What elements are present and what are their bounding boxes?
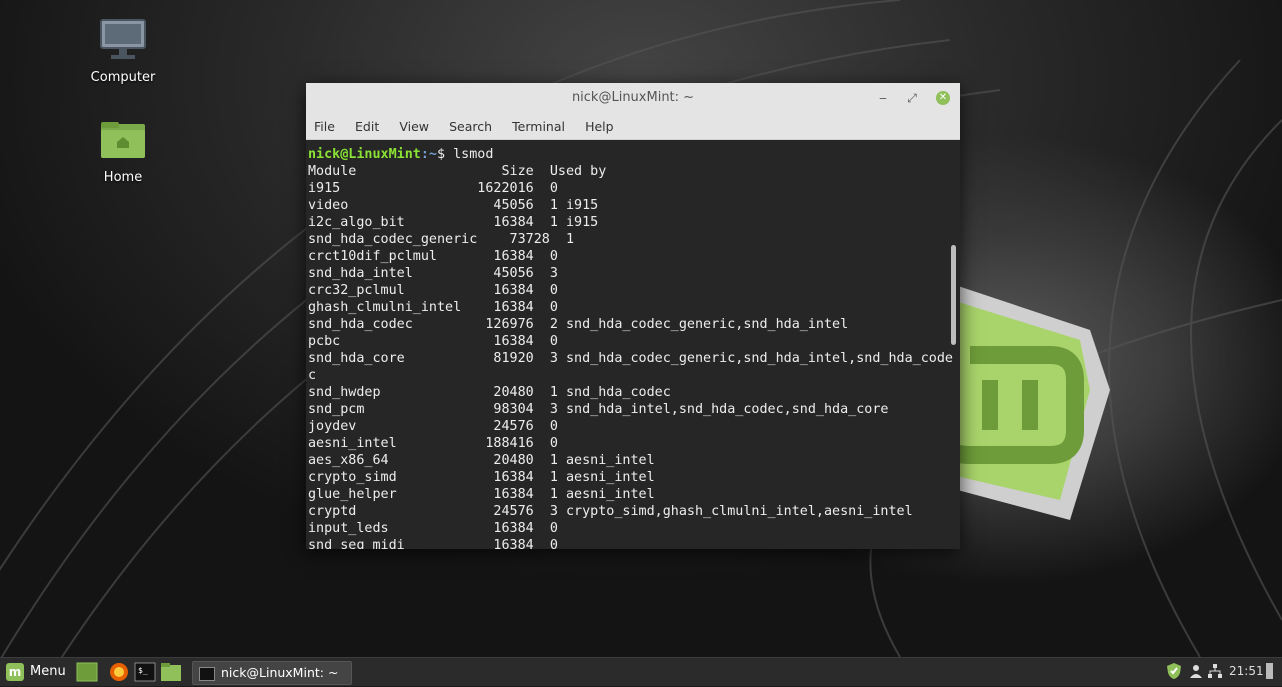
terminal-scrollbar[interactable]: [951, 245, 956, 345]
folder-icon: [161, 663, 181, 681]
output-line: aesni_intel 188416 0: [308, 436, 558, 451]
terminal-icon: $_: [134, 662, 156, 682]
minimize-button[interactable]: ‒: [876, 91, 890, 105]
menu-search[interactable]: Search: [449, 113, 492, 134]
output-line: video 45056 1 i915: [308, 198, 599, 213]
menu-terminal[interactable]: Terminal: [512, 113, 565, 134]
clock[interactable]: 21:51: [1229, 664, 1264, 678]
prompt-symbol: $: [437, 147, 454, 162]
maximize-button[interactable]: ⤢: [905, 91, 919, 105]
terminal-icon: [199, 666, 215, 681]
output-line: input_leds 16384 0: [308, 521, 558, 536]
show-desktop-icon: [76, 662, 98, 682]
firefox-icon: [110, 663, 128, 681]
output-line: snd_hda_intel 45056 3: [308, 266, 558, 281]
start-menu-button[interactable]: m Menu: [6, 661, 66, 683]
computer-icon: [100, 19, 146, 59]
output-line: pcbc 16384 0: [308, 334, 558, 349]
task-label: nick@LinuxMint: ~: [221, 665, 339, 680]
terminal-output: nick@LinuxMint:~$ lsmod Module Size Used…: [306, 140, 960, 549]
desktop-icon-computer[interactable]: Computer: [78, 18, 168, 85]
menu-edit[interactable]: Edit: [355, 113, 379, 134]
taskbar: m Menu $_ nick@LinuxMint: ~ 21:51: [0, 657, 1282, 686]
mint-menu-icon: m: [6, 662, 24, 681]
output-line: glue_helper 16384 1 aesni_intel: [308, 487, 655, 502]
close-button[interactable]: ✕: [936, 91, 950, 105]
output-line: snd_hwdep 20480 1 snd_hda_codec: [308, 385, 671, 400]
svg-text:$_: $_: [138, 666, 148, 675]
show-desktop-corner[interactable]: [1264, 662, 1276, 683]
home-folder-icon: [101, 122, 145, 158]
terminal-launcher[interactable]: $_: [134, 661, 156, 683]
desktop-icon-label: Home: [103, 170, 143, 185]
prompt-path: :~: [420, 147, 437, 162]
output-header: Module Size Used by: [308, 164, 607, 179]
output-line: i915 1622016 0: [308, 181, 558, 196]
menu-label: Menu: [30, 664, 66, 679]
output-line: snd_hda_codec 126976 2 snd_hda_codec_gen…: [308, 317, 849, 332]
output-line: snd_pcm 98304 3 snd_hda_intel,snd_hda_co…: [308, 402, 889, 417]
output-line: cryptd 24576 3 crypto_simd,ghash_clmulni…: [308, 504, 913, 519]
files-launcher[interactable]: [160, 661, 182, 683]
desktop-icon-home[interactable]: Home: [78, 120, 168, 185]
user-icon[interactable]: [1190, 664, 1202, 681]
show-desktop-launcher[interactable]: [76, 661, 98, 683]
prompt-user: nick@LinuxMint: [308, 147, 421, 162]
desktop-icon-label: Computer: [90, 70, 156, 85]
window-titlebar[interactable]: nick@LinuxMint: ~ ‒ ⤢ ✕: [306, 83, 960, 113]
output-line: ghash_clmulni_intel 16384 0: [308, 300, 558, 315]
menu-help[interactable]: Help: [585, 113, 614, 134]
output-line: aes_x86_64 20480 1 aesni_intel: [308, 453, 655, 468]
command-text: lsmod: [453, 147, 494, 162]
output-line: snd_seq_midi 16384 0: [308, 538, 558, 549]
output-line: joydev 24576 0: [308, 419, 558, 434]
output-line: crc32_pclmul 16384 0: [308, 283, 558, 298]
menu-view[interactable]: View: [399, 113, 429, 134]
menu-file[interactable]: File: [314, 113, 335, 134]
menu-bar: File Edit View Search Terminal Help: [306, 113, 960, 140]
terminal-output-area[interactable]: nick@LinuxMint:~$ lsmod Module Size Used…: [306, 140, 960, 549]
output-line: crct10dif_pclmul 16384 0: [308, 249, 558, 264]
output-line: c: [308, 368, 317, 383]
output-line: snd_hda_codec_generic 73728 1: [308, 232, 575, 247]
window-title: nick@LinuxMint: ~: [571, 90, 695, 105]
output-line: snd_hda_core 81920 3 snd_hda_codec_gener…: [308, 351, 953, 366]
firefox-launcher[interactable]: [108, 661, 130, 683]
taskbar-window-terminal[interactable]: nick@LinuxMint: ~: [192, 661, 352, 685]
network-icon[interactable]: [1208, 664, 1222, 681]
output-line: crypto_simd 16384 1 aesni_intel: [308, 470, 655, 485]
update-shield-icon[interactable]: [1166, 662, 1182, 683]
terminal-window[interactable]: nick@LinuxMint: ~ ‒ ⤢ ✕ File Edit View S…: [306, 83, 960, 549]
output-line: i2c_algo_bit 16384 1 i915: [308, 215, 599, 230]
